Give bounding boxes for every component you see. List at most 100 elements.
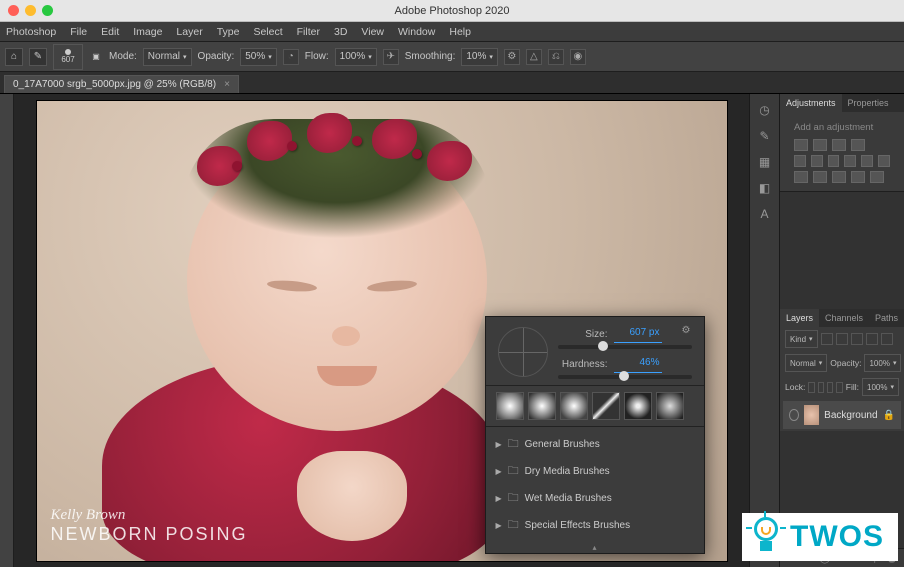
adjustments-panel-body: Add an adjustment (780, 112, 904, 192)
smoothing-options-icon[interactable]: ⚙ (504, 49, 520, 65)
bw-icon[interactable] (844, 155, 856, 167)
brush-preset-picker[interactable]: 607 (53, 44, 83, 70)
layer-thumbnail[interactable] (804, 405, 819, 425)
color-balance-icon[interactable] (828, 155, 840, 167)
visibility-eye-icon[interactable] (789, 409, 799, 421)
document-canvas[interactable]: Kelly Brown NEWBORN POSING Size: 607 px (37, 101, 727, 561)
menu-filter[interactable]: Filter (297, 26, 320, 38)
menu-image[interactable]: Image (133, 26, 162, 38)
minimize-window-button[interactable] (25, 5, 36, 16)
brush-folder[interactable]: ▶🗀Wet Media Brushes (486, 485, 704, 512)
layers-tab[interactable]: Layers (780, 309, 819, 327)
color-panel-icon[interactable]: ◧ (755, 178, 775, 198)
brush-preset[interactable] (656, 392, 684, 420)
menu-type[interactable]: Type (217, 26, 240, 38)
brush-preset[interactable] (528, 392, 556, 420)
document-tab[interactable]: 0_17A7000 srgb_5000px.jpg @ 25% (RGB/8) … (4, 75, 239, 93)
hardness-value-input[interactable]: 46% (614, 357, 662, 373)
pressure-opacity-icon[interactable]: ◔ (283, 49, 299, 65)
levels-icon[interactable] (813, 139, 827, 151)
character-panel-icon[interactable]: A (755, 204, 775, 224)
flow-dropdown[interactable]: 100% (335, 48, 377, 66)
brush-folders-list: ▶🗀General Brushes ▶🗀Dry Media Brushes ▶🗀… (486, 427, 704, 543)
menu-select[interactable]: Select (253, 26, 282, 38)
channel-mixer-icon[interactable] (878, 155, 890, 167)
filter-type-icon[interactable] (851, 333, 863, 345)
brush-folder[interactable]: ▶🗀Dry Media Brushes (486, 458, 704, 485)
menu-3d[interactable]: 3D (334, 26, 347, 38)
posterize-icon[interactable] (813, 171, 827, 183)
lock-pixels-icon[interactable] (818, 382, 824, 393)
layer-fill-dropdown[interactable]: 100% (862, 378, 899, 396)
adjustment-icons-row-3 (786, 169, 898, 185)
document-tab-bar: 0_17A7000 srgb_5000px.jpg @ 25% (RGB/8) … (0, 72, 904, 94)
overlay-brand-watermark: TWOS (742, 513, 898, 561)
invert-icon[interactable] (794, 171, 808, 183)
smoothing-dropdown[interactable]: 10% (461, 48, 498, 66)
tools-panel-collapsed[interactable] (0, 94, 14, 567)
properties-tab[interactable]: Properties (842, 94, 895, 112)
chevron-right-icon: ▶ (496, 440, 502, 449)
layer-blend-dropdown[interactable]: Normal (785, 354, 827, 372)
layer-row-background[interactable]: Background 🔒 (783, 401, 901, 429)
brush-preset[interactable] (624, 392, 652, 420)
paths-tab[interactable]: Paths (869, 309, 904, 327)
zoom-window-button[interactable] (42, 5, 53, 16)
filter-adjust-icon[interactable] (836, 333, 848, 345)
filter-smart-icon[interactable] (881, 333, 893, 345)
resize-grip-icon[interactable]: ▴ (486, 543, 704, 553)
lock-transparency-icon[interactable] (808, 382, 814, 393)
photo-filter-icon[interactable] (861, 155, 873, 167)
toggle-brush-panel-icon[interactable]: ▣ (89, 50, 103, 64)
home-icon[interactable]: ⌂ (5, 48, 23, 66)
brightness-contrast-icon[interactable] (794, 139, 808, 151)
lock-position-icon[interactable] (827, 382, 833, 393)
close-window-button[interactable] (8, 5, 19, 16)
brush-folder[interactable]: ▶🗀General Brushes (486, 431, 704, 458)
layer-name-label[interactable]: Background (824, 410, 877, 421)
filter-pixel-icon[interactable] (821, 333, 833, 345)
blend-mode-dropdown[interactable]: Normal (143, 48, 192, 66)
threshold-icon[interactable] (832, 171, 846, 183)
swatches-panel-icon[interactable]: ▦ (755, 152, 775, 172)
brush-angle-control[interactable] (498, 327, 548, 377)
adjustments-tab[interactable]: Adjustments (780, 94, 842, 112)
menu-edit[interactable]: Edit (101, 26, 119, 38)
brush-preset[interactable] (592, 392, 620, 420)
menu-photoshop[interactable]: Photoshop (6, 26, 56, 38)
layer-filter-dropdown[interactable]: Kind (785, 330, 818, 348)
size-value-input[interactable]: 607 px (614, 327, 662, 343)
overlay-brand-text: TWOS (790, 520, 884, 554)
gradient-map-icon[interactable] (851, 171, 865, 183)
menu-help[interactable]: Help (449, 26, 471, 38)
curves-icon[interactable] (832, 139, 846, 151)
pressure-size-icon[interactable]: ◉ (570, 49, 586, 65)
menu-file[interactable]: File (70, 26, 87, 38)
opacity-dropdown[interactable]: 50% (240, 48, 277, 66)
brush-popup-settings-icon[interactable]: ⚙ (682, 325, 696, 339)
hardness-slider[interactable] (558, 375, 692, 379)
brush-tool-icon[interactable]: ✎ (29, 48, 47, 66)
exposure-icon[interactable] (851, 139, 865, 151)
menu-layer[interactable]: Layer (176, 26, 202, 38)
airbrush-icon[interactable]: ✈ (383, 49, 399, 65)
channels-tab[interactable]: Channels (819, 309, 869, 327)
close-tab-icon[interactable]: × (224, 79, 230, 90)
hue-sat-icon[interactable] (811, 155, 823, 167)
brush-preset[interactable] (496, 392, 524, 420)
angle-icon[interactable]: △ (526, 49, 542, 65)
menu-window[interactable]: Window (398, 26, 435, 38)
filter-shape-icon[interactable] (866, 333, 878, 345)
history-panel-icon[interactable]: ◷ (755, 100, 775, 120)
menu-view[interactable]: View (361, 26, 384, 38)
brush-settings-panel-icon[interactable]: ✎ (755, 126, 775, 146)
lock-all-icon[interactable] (836, 382, 842, 393)
layer-opacity-dropdown[interactable]: 100% (864, 354, 901, 372)
size-slider[interactable] (558, 345, 692, 349)
selective-color-icon[interactable] (870, 171, 884, 183)
brush-preset[interactable] (560, 392, 588, 420)
brush-folder[interactable]: ▶🗀Special Effects Brushes (486, 512, 704, 539)
vibrance-icon[interactable] (794, 155, 806, 167)
canvas-area[interactable]: Kelly Brown NEWBORN POSING Size: 607 px (14, 94, 749, 567)
symmetry-icon[interactable]: ⎌ (548, 49, 564, 65)
